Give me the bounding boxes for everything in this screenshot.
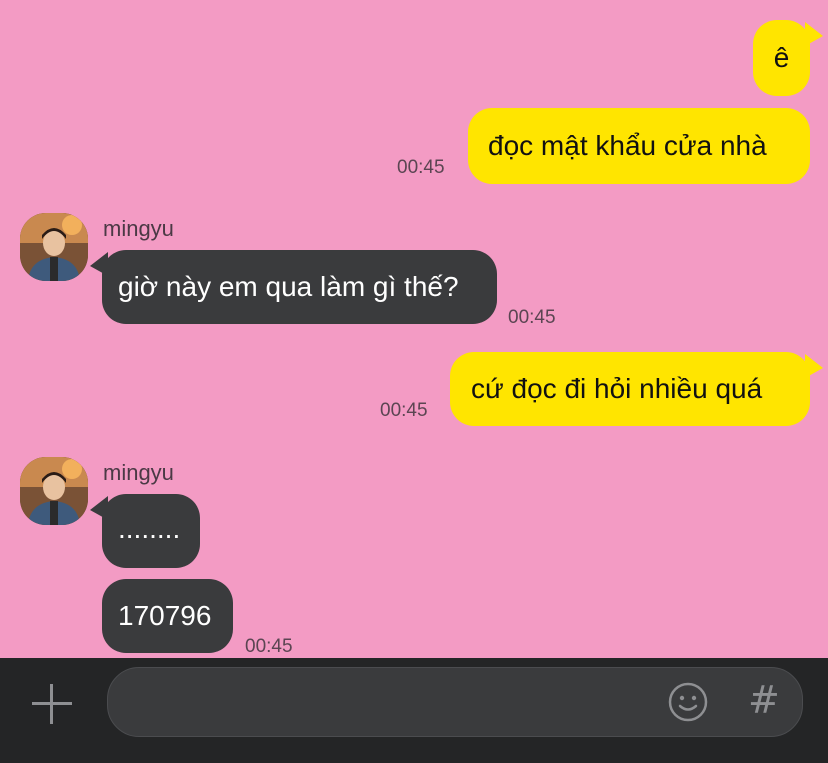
message-time: 00:45 bbox=[508, 307, 556, 328]
hash-icon[interactable]: # bbox=[748, 677, 780, 723]
my-message-bubble[interactable]: ê bbox=[753, 20, 810, 96]
message-input-container[interactable]: # bbox=[107, 667, 803, 738]
avatar[interactable] bbox=[20, 213, 88, 281]
my-message-bubble[interactable]: cứ đọc đi hỏi nhiều quá bbox=[450, 352, 810, 426]
sender-name: mingyu bbox=[103, 216, 174, 241]
message-text: ........ bbox=[118, 513, 181, 544]
message-input[interactable] bbox=[132, 668, 656, 738]
message-time: 00:45 bbox=[245, 636, 293, 657]
sender-name: mingyu bbox=[103, 460, 174, 485]
message-time: 00:45 bbox=[380, 400, 428, 421]
message-composer-bar: # bbox=[0, 658, 828, 763]
bubble-tail bbox=[805, 354, 823, 378]
plus-icon[interactable] bbox=[32, 684, 72, 724]
bubble-tail bbox=[90, 252, 108, 276]
their-message-bubble[interactable]: ........ bbox=[102, 494, 200, 568]
chat-area: ê đọc mật khẩu cửa nhà 00:45 mingyu giờ … bbox=[0, 0, 828, 658]
their-message-bubble[interactable]: giờ này em qua làm gì thế? bbox=[102, 250, 497, 324]
message-text: 170796 bbox=[118, 600, 212, 631]
their-message-bubble[interactable]: 170796 bbox=[102, 579, 233, 653]
message-text: cứ đọc đi hỏi nhiều quá bbox=[471, 373, 763, 404]
avatar[interactable] bbox=[20, 457, 88, 525]
my-message-bubble[interactable]: đọc mật khẩu cửa nhà bbox=[468, 108, 810, 184]
message-time: 00:45 bbox=[397, 157, 445, 178]
bubble-tail bbox=[805, 22, 823, 46]
bubble-tail bbox=[90, 496, 108, 520]
message-text: đọc mật khẩu cửa nhà bbox=[488, 130, 767, 161]
emoji-icon[interactable] bbox=[668, 682, 708, 722]
message-text: giờ này em qua làm gì thế? bbox=[118, 271, 459, 302]
message-text: ê bbox=[773, 42, 790, 73]
